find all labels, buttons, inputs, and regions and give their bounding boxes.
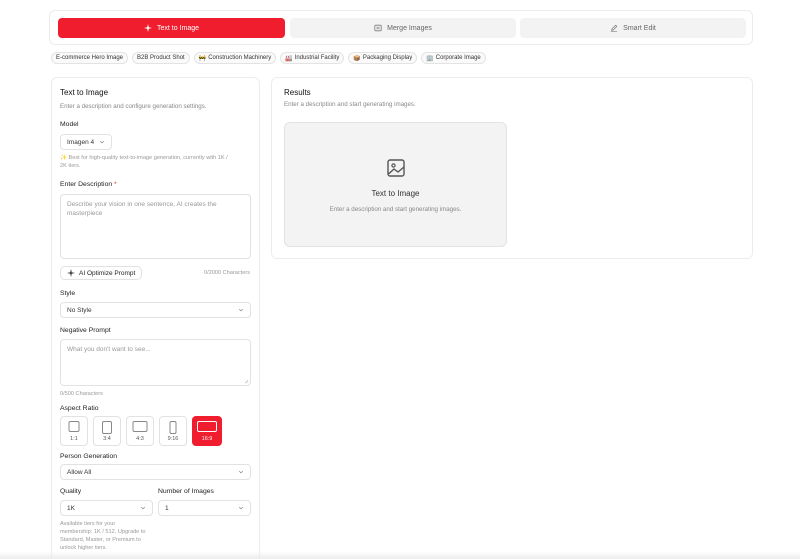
number-of-images-select[interactable]: 1 xyxy=(158,500,251,516)
chevron-down-icon xyxy=(238,506,244,510)
template-chips: E-commerce Hero Image B2B Product Shot 🚧… xyxy=(51,52,486,64)
aspect-label: 16:9 xyxy=(201,436,213,442)
tab-label: Smart Edit xyxy=(623,24,656,32)
style-value: No Style xyxy=(67,306,92,314)
placeholder-title: Text to Image xyxy=(371,189,420,198)
tab-label: Text to Image xyxy=(156,24,200,32)
number-of-images-label: Number of Images xyxy=(158,488,214,495)
negative-prompt-input[interactable]: What you don't want to see... xyxy=(60,339,251,386)
ai-optimize-label: AI Optimize Prompt xyxy=(79,269,136,277)
tier-hint-line: membership: 1K / 512. Upgrade to xyxy=(60,529,146,535)
chip-packaging[interactable]: 📦 Packaging Display xyxy=(348,52,418,64)
quality-select[interactable]: 1K xyxy=(60,500,153,516)
panel-subtitle: Enter a description and configure genera… xyxy=(60,103,207,110)
description-label-text: Enter Description xyxy=(60,181,113,188)
description-placeholder: Describe your vision in one sentence, AI… xyxy=(67,201,217,217)
settings-panel: Text to Image Enter a description and co… xyxy=(51,77,260,559)
number-of-images-value: 1 xyxy=(165,504,169,512)
results-subtitle: Enter a description and start generating… xyxy=(284,101,416,108)
negative-prompt-counter: 0/500 Characters xyxy=(60,391,103,397)
tab-merge-images[interactable]: Merge Images xyxy=(290,18,516,38)
person-generation-value: Allow All xyxy=(67,468,92,476)
person-generation-label: Person Generation xyxy=(60,453,118,460)
chip-corporate[interactable]: 🏢 Corporate Image xyxy=(421,52,486,64)
model-hint-line: 2K tiers. xyxy=(60,163,81,169)
panel-title: Text to Image xyxy=(60,88,109,97)
tier-hint-line: Standard, Master, or Premium to xyxy=(60,537,141,543)
chevron-down-icon xyxy=(99,140,105,144)
placeholder-subtitle: Enter a description and start generating… xyxy=(329,206,462,213)
wide-shape-icon xyxy=(197,421,217,432)
pencil-icon xyxy=(610,24,618,32)
aspect-9-16[interactable]: 9:16 xyxy=(159,416,187,446)
package-icon: 📦 xyxy=(353,55,361,62)
mode-tabs: Text to Image Merge Images Smart Edit xyxy=(49,10,753,45)
tab-label: Merge Images xyxy=(387,24,432,32)
landscape-shape-icon xyxy=(132,421,148,432)
chevron-down-icon xyxy=(238,308,244,312)
description-counter: 0/2000 Characters xyxy=(203,270,250,276)
tab-text-to-image[interactable]: Text to Image xyxy=(58,18,285,38)
aspect-label: 3:4 xyxy=(103,436,111,442)
quality-label: Quality xyxy=(60,488,82,495)
factory-icon: 🏭 xyxy=(285,55,293,62)
chevron-down-icon xyxy=(238,470,244,474)
chip-label: Packaging Display xyxy=(362,55,413,61)
aspect-1-1[interactable]: 1:1 xyxy=(60,416,88,446)
merge-icon xyxy=(374,24,382,32)
results-panel: Results Enter a description and start ge… xyxy=(271,77,753,259)
model-hint-line: ✨ Best for high-quality text-to-image ge… xyxy=(60,155,228,161)
chip-industrial[interactable]: 🏭 Industrial Facility xyxy=(280,52,345,64)
negative-prompt-placeholder: What you don't want to see... xyxy=(67,346,151,353)
image-icon xyxy=(387,159,405,177)
tall-shape-icon xyxy=(169,421,177,434)
results-placeholder: Text to Image Enter a description and st… xyxy=(284,122,507,247)
ai-optimize-button[interactable]: AI Optimize Prompt xyxy=(60,266,143,280)
square-shape-icon xyxy=(68,421,80,432)
chip-construction[interactable]: 🚧 Construction Machinery xyxy=(193,52,277,64)
tier-hint: Available tiers for your membership: 1K … xyxy=(60,520,146,552)
aspect-ratio-label: Aspect Ratio xyxy=(60,405,99,412)
required-marker: * xyxy=(114,181,117,188)
chip-label: Corporate Image xyxy=(435,55,481,61)
aspect-16-9[interactable]: 16:9 xyxy=(192,416,222,446)
construction-icon: 🚧 xyxy=(198,55,207,62)
building-icon: 🏢 xyxy=(426,55,434,62)
aspect-label: 4:3 xyxy=(136,436,144,442)
description-input[interactable]: Describe your vision in one sentence, AI… xyxy=(60,194,251,259)
aspect-3-4[interactable]: 3:4 xyxy=(93,416,121,446)
aspect-4-3[interactable]: 4:3 xyxy=(126,416,154,446)
model-hint: ✨ Best for high-quality text-to-image ge… xyxy=(60,154,228,170)
bottom-fade xyxy=(0,551,800,559)
chip-b2b-product[interactable]: B2B Product Shot xyxy=(132,52,190,64)
model-label: Model xyxy=(60,121,79,128)
tab-smart-edit[interactable]: Smart Edit xyxy=(520,18,746,38)
chip-ecommerce-hero[interactable]: E-commerce Hero Image xyxy=(51,52,129,64)
negative-prompt-label: Negative Prompt xyxy=(60,327,111,334)
portrait-shape-icon xyxy=(102,421,112,434)
results-title: Results xyxy=(284,88,311,97)
style-select[interactable]: No Style xyxy=(60,302,251,318)
aspect-label: 9:16 xyxy=(167,436,179,442)
tier-hint-line: Available tiers for your xyxy=(60,521,116,527)
chip-label: E-commerce Hero Image xyxy=(56,55,124,61)
model-select[interactable]: Imagen 4 xyxy=(60,134,112,150)
chip-label: B2B Product Shot xyxy=(137,55,185,61)
person-generation-select[interactable]: Allow All xyxy=(60,464,251,480)
chip-label: Construction Machinery xyxy=(208,55,272,61)
aspect-label: 1:1 xyxy=(70,436,78,442)
resize-handle-icon[interactable] xyxy=(244,379,249,384)
chip-label: Industrial Facility xyxy=(294,55,340,61)
chevron-down-icon xyxy=(140,506,146,510)
style-label: Style xyxy=(60,290,76,297)
sparkle-icon xyxy=(67,269,75,277)
sparkle-icon xyxy=(143,24,152,32)
description-label: Enter Description * xyxy=(60,181,117,188)
model-value: Imagen 4 xyxy=(67,138,95,146)
quality-value: 1K xyxy=(67,504,75,512)
